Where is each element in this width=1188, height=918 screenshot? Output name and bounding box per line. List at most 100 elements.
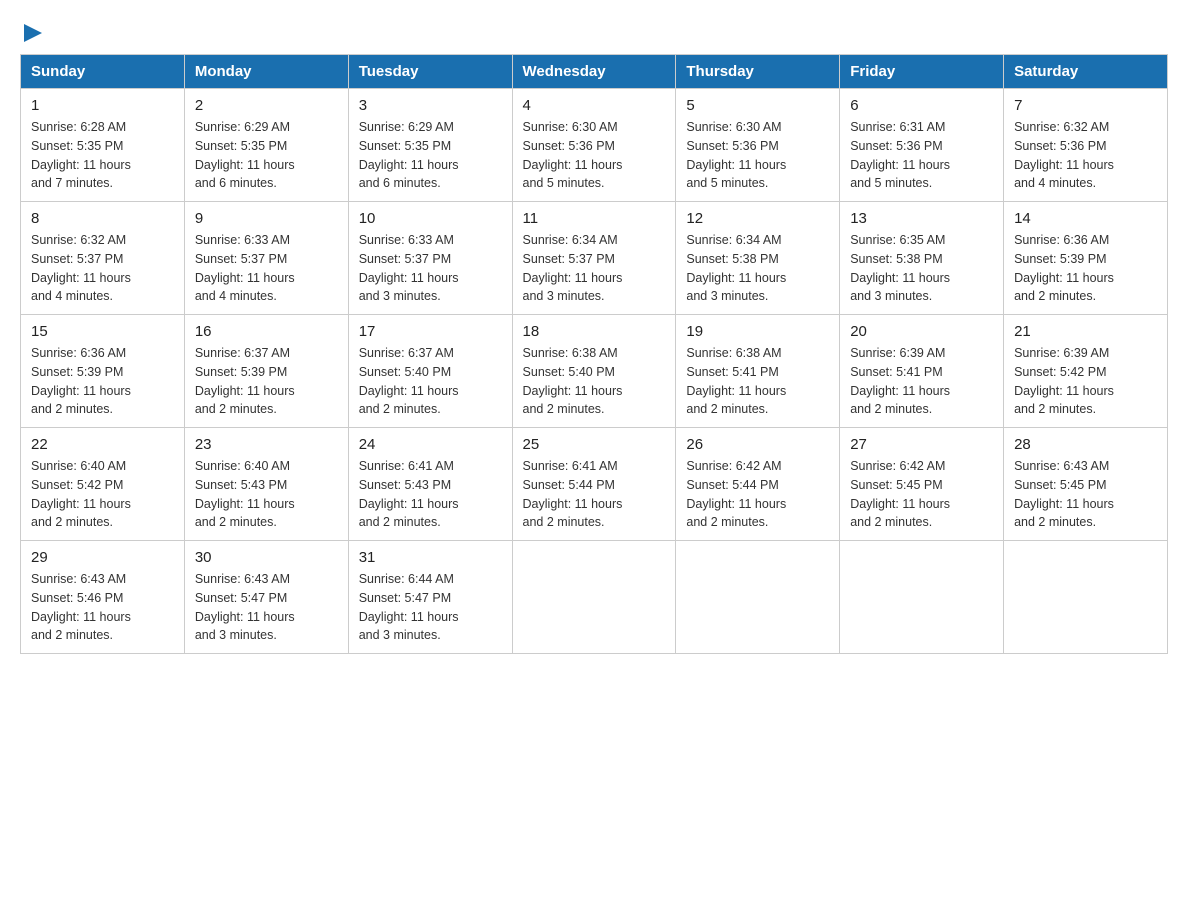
calendar-cell bbox=[676, 541, 840, 654]
day-info: Sunrise: 6:39 AM Sunset: 5:42 PM Dayligh… bbox=[1014, 344, 1157, 419]
day-number: 3 bbox=[359, 97, 502, 114]
day-info: Sunrise: 6:44 AM Sunset: 5:47 PM Dayligh… bbox=[359, 570, 502, 645]
day-info: Sunrise: 6:40 AM Sunset: 5:43 PM Dayligh… bbox=[195, 457, 338, 532]
day-number: 17 bbox=[359, 323, 502, 340]
day-info: Sunrise: 6:34 AM Sunset: 5:37 PM Dayligh… bbox=[523, 231, 666, 306]
calendar-cell: 6 Sunrise: 6:31 AM Sunset: 5:36 PM Dayli… bbox=[840, 89, 1004, 202]
day-number: 4 bbox=[523, 97, 666, 114]
weekday-header-friday: Friday bbox=[840, 55, 1004, 89]
calendar-cell: 11 Sunrise: 6:34 AM Sunset: 5:37 PM Dayl… bbox=[512, 202, 676, 315]
day-number: 31 bbox=[359, 549, 502, 566]
calendar-cell: 2 Sunrise: 6:29 AM Sunset: 5:35 PM Dayli… bbox=[184, 89, 348, 202]
day-number: 28 bbox=[1014, 436, 1157, 453]
calendar-cell: 3 Sunrise: 6:29 AM Sunset: 5:35 PM Dayli… bbox=[348, 89, 512, 202]
day-number: 15 bbox=[31, 323, 174, 340]
day-number: 9 bbox=[195, 210, 338, 227]
logo-top bbox=[20, 20, 44, 44]
day-number: 16 bbox=[195, 323, 338, 340]
day-number: 5 bbox=[686, 97, 829, 114]
day-number: 24 bbox=[359, 436, 502, 453]
day-info: Sunrise: 6:43 AM Sunset: 5:46 PM Dayligh… bbox=[31, 570, 174, 645]
day-number: 21 bbox=[1014, 323, 1157, 340]
day-info: Sunrise: 6:41 AM Sunset: 5:44 PM Dayligh… bbox=[523, 457, 666, 532]
day-number: 27 bbox=[850, 436, 993, 453]
calendar-cell: 14 Sunrise: 6:36 AM Sunset: 5:39 PM Dayl… bbox=[1004, 202, 1168, 315]
calendar-cell: 12 Sunrise: 6:34 AM Sunset: 5:38 PM Dayl… bbox=[676, 202, 840, 315]
day-info: Sunrise: 6:32 AM Sunset: 5:36 PM Dayligh… bbox=[1014, 118, 1157, 193]
day-info: Sunrise: 6:42 AM Sunset: 5:45 PM Dayligh… bbox=[850, 457, 993, 532]
calendar-cell: 20 Sunrise: 6:39 AM Sunset: 5:41 PM Dayl… bbox=[840, 315, 1004, 428]
calendar-cell: 24 Sunrise: 6:41 AM Sunset: 5:43 PM Dayl… bbox=[348, 428, 512, 541]
calendar-week-row: 1 Sunrise: 6:28 AM Sunset: 5:35 PM Dayli… bbox=[21, 89, 1168, 202]
calendar-cell: 1 Sunrise: 6:28 AM Sunset: 5:35 PM Dayli… bbox=[21, 89, 185, 202]
day-info: Sunrise: 6:43 AM Sunset: 5:45 PM Dayligh… bbox=[1014, 457, 1157, 532]
day-info: Sunrise: 6:37 AM Sunset: 5:40 PM Dayligh… bbox=[359, 344, 502, 419]
day-info: Sunrise: 6:29 AM Sunset: 5:35 PM Dayligh… bbox=[195, 118, 338, 193]
day-number: 14 bbox=[1014, 210, 1157, 227]
day-number: 10 bbox=[359, 210, 502, 227]
calendar-cell: 31 Sunrise: 6:44 AM Sunset: 5:47 PM Dayl… bbox=[348, 541, 512, 654]
logo-arrow-icon bbox=[22, 22, 44, 44]
calendar-cell: 22 Sunrise: 6:40 AM Sunset: 5:42 PM Dayl… bbox=[21, 428, 185, 541]
calendar-cell: 23 Sunrise: 6:40 AM Sunset: 5:43 PM Dayl… bbox=[184, 428, 348, 541]
day-number: 25 bbox=[523, 436, 666, 453]
day-number: 7 bbox=[1014, 97, 1157, 114]
calendar-week-row: 22 Sunrise: 6:40 AM Sunset: 5:42 PM Dayl… bbox=[21, 428, 1168, 541]
day-number: 23 bbox=[195, 436, 338, 453]
calendar-cell: 17 Sunrise: 6:37 AM Sunset: 5:40 PM Dayl… bbox=[348, 315, 512, 428]
calendar-cell: 21 Sunrise: 6:39 AM Sunset: 5:42 PM Dayl… bbox=[1004, 315, 1168, 428]
calendar-cell: 15 Sunrise: 6:36 AM Sunset: 5:39 PM Dayl… bbox=[21, 315, 185, 428]
calendar-cell: 29 Sunrise: 6:43 AM Sunset: 5:46 PM Dayl… bbox=[21, 541, 185, 654]
day-info: Sunrise: 6:33 AM Sunset: 5:37 PM Dayligh… bbox=[195, 231, 338, 306]
day-info: Sunrise: 6:28 AM Sunset: 5:35 PM Dayligh… bbox=[31, 118, 174, 193]
day-number: 2 bbox=[195, 97, 338, 114]
calendar-cell: 4 Sunrise: 6:30 AM Sunset: 5:36 PM Dayli… bbox=[512, 89, 676, 202]
day-info: Sunrise: 6:40 AM Sunset: 5:42 PM Dayligh… bbox=[31, 457, 174, 532]
day-number: 20 bbox=[850, 323, 993, 340]
day-info: Sunrise: 6:41 AM Sunset: 5:43 PM Dayligh… bbox=[359, 457, 502, 532]
calendar-table: SundayMondayTuesdayWednesdayThursdayFrid… bbox=[20, 54, 1168, 654]
day-number: 13 bbox=[850, 210, 993, 227]
calendar-cell: 9 Sunrise: 6:33 AM Sunset: 5:37 PM Dayli… bbox=[184, 202, 348, 315]
calendar-cell: 27 Sunrise: 6:42 AM Sunset: 5:45 PM Dayl… bbox=[840, 428, 1004, 541]
calendar-cell: 16 Sunrise: 6:37 AM Sunset: 5:39 PM Dayl… bbox=[184, 315, 348, 428]
calendar-cell: 18 Sunrise: 6:38 AM Sunset: 5:40 PM Dayl… bbox=[512, 315, 676, 428]
day-number: 1 bbox=[31, 97, 174, 114]
day-info: Sunrise: 6:42 AM Sunset: 5:44 PM Dayligh… bbox=[686, 457, 829, 532]
weekday-header-saturday: Saturday bbox=[1004, 55, 1168, 89]
day-info: Sunrise: 6:30 AM Sunset: 5:36 PM Dayligh… bbox=[686, 118, 829, 193]
day-info: Sunrise: 6:29 AM Sunset: 5:35 PM Dayligh… bbox=[359, 118, 502, 193]
calendar-cell: 8 Sunrise: 6:32 AM Sunset: 5:37 PM Dayli… bbox=[21, 202, 185, 315]
calendar-cell: 13 Sunrise: 6:35 AM Sunset: 5:38 PM Dayl… bbox=[840, 202, 1004, 315]
day-info: Sunrise: 6:36 AM Sunset: 5:39 PM Dayligh… bbox=[1014, 231, 1157, 306]
logo-wrapper bbox=[20, 20, 44, 44]
day-info: Sunrise: 6:38 AM Sunset: 5:41 PM Dayligh… bbox=[686, 344, 829, 419]
day-number: 12 bbox=[686, 210, 829, 227]
calendar-cell bbox=[1004, 541, 1168, 654]
day-number: 6 bbox=[850, 97, 993, 114]
page-header bbox=[20, 20, 1168, 44]
calendar-header-row: SundayMondayTuesdayWednesdayThursdayFrid… bbox=[21, 55, 1168, 89]
logo bbox=[20, 20, 44, 44]
day-info: Sunrise: 6:43 AM Sunset: 5:47 PM Dayligh… bbox=[195, 570, 338, 645]
day-number: 8 bbox=[31, 210, 174, 227]
day-info: Sunrise: 6:39 AM Sunset: 5:41 PM Dayligh… bbox=[850, 344, 993, 419]
calendar-cell: 10 Sunrise: 6:33 AM Sunset: 5:37 PM Dayl… bbox=[348, 202, 512, 315]
day-number: 11 bbox=[523, 210, 666, 227]
weekday-header-thursday: Thursday bbox=[676, 55, 840, 89]
calendar-week-row: 8 Sunrise: 6:32 AM Sunset: 5:37 PM Dayli… bbox=[21, 202, 1168, 315]
day-info: Sunrise: 6:32 AM Sunset: 5:37 PM Dayligh… bbox=[31, 231, 174, 306]
day-number: 29 bbox=[31, 549, 174, 566]
calendar-cell: 25 Sunrise: 6:41 AM Sunset: 5:44 PM Dayl… bbox=[512, 428, 676, 541]
day-number: 30 bbox=[195, 549, 338, 566]
weekday-header-tuesday: Tuesday bbox=[348, 55, 512, 89]
day-info: Sunrise: 6:31 AM Sunset: 5:36 PM Dayligh… bbox=[850, 118, 993, 193]
day-info: Sunrise: 6:38 AM Sunset: 5:40 PM Dayligh… bbox=[523, 344, 666, 419]
day-number: 19 bbox=[686, 323, 829, 340]
day-number: 26 bbox=[686, 436, 829, 453]
calendar-cell bbox=[512, 541, 676, 654]
calendar-cell: 19 Sunrise: 6:38 AM Sunset: 5:41 PM Dayl… bbox=[676, 315, 840, 428]
day-info: Sunrise: 6:30 AM Sunset: 5:36 PM Dayligh… bbox=[523, 118, 666, 193]
day-info: Sunrise: 6:34 AM Sunset: 5:38 PM Dayligh… bbox=[686, 231, 829, 306]
calendar-cell: 30 Sunrise: 6:43 AM Sunset: 5:47 PM Dayl… bbox=[184, 541, 348, 654]
